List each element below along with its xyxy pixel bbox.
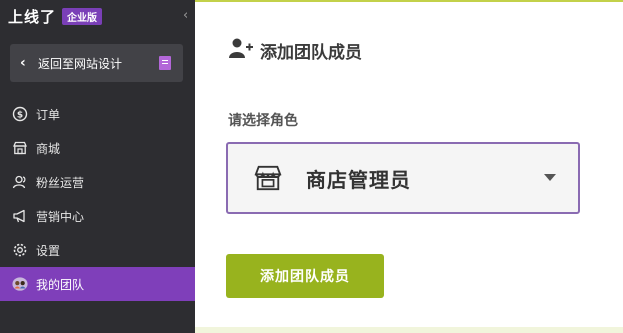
divider bbox=[195, 327, 623, 333]
sidebar-item-label: 订单 bbox=[36, 107, 61, 122]
sidebar-item-orders[interactable]: $ 订单 bbox=[0, 97, 195, 131]
document-icon bbox=[159, 56, 171, 70]
users-icon bbox=[12, 174, 28, 190]
team-avatar-icon bbox=[12, 276, 28, 292]
sidebar-item-label: 商城 bbox=[36, 141, 61, 156]
sidebar-item-label: 粉丝运营 bbox=[36, 175, 85, 190]
chevron-left-icon[interactable]: ‹ bbox=[183, 9, 188, 22]
role-select-value: 商店管理员 bbox=[306, 167, 411, 192]
store-icon bbox=[254, 164, 282, 192]
role-select[interactable]: 商店管理员 bbox=[226, 142, 580, 214]
sidebar-item-store[interactable]: 商城 bbox=[0, 131, 195, 165]
svg-text:$: $ bbox=[17, 111, 23, 121]
sidebar-item-label: 我的团队 bbox=[36, 277, 85, 292]
sidebar-item-settings[interactable]: 设置 bbox=[0, 233, 195, 267]
brand-badge: 企业版 bbox=[62, 7, 103, 25]
dollar-circle-icon: $ bbox=[12, 106, 28, 122]
back-label: 返回至网站设计 bbox=[38, 56, 123, 71]
page-header: 添加团队成员 bbox=[228, 37, 362, 63]
role-field-label: 请选择角色 bbox=[228, 113, 298, 129]
main-panel: 添加团队成员 请选择角色 商店管理员 添加团队成员 bbox=[195, 0, 623, 333]
page-title: 添加团队成员 bbox=[260, 42, 362, 63]
sidebar-nav: $ 订单 商城 粉丝运营 营销中心 设置 我的团队 bbox=[0, 97, 195, 301]
add-user-icon bbox=[228, 37, 254, 63]
sidebar-item-fans[interactable]: 粉丝运营 bbox=[0, 165, 195, 199]
brand-name: 上线了 bbox=[8, 7, 57, 26]
chevron-left-icon: ‹ bbox=[20, 55, 26, 71]
back-to-site-design-button[interactable]: ‹ 返回至网站设计 bbox=[10, 44, 183, 82]
store-icon bbox=[12, 140, 28, 156]
app-window: 上线了 企业版 ‹ ‹ 返回至网站设计 $ 订单 商城 粉丝运营 营销中心 设置… bbox=[0, 0, 623, 333]
gear-icon bbox=[12, 242, 28, 258]
chevron-down-icon bbox=[544, 174, 556, 181]
sidebar-item-label: 设置 bbox=[36, 243, 61, 258]
sidebar: 上线了 企业版 ‹ ‹ 返回至网站设计 $ 订单 商城 粉丝运营 营销中心 设置… bbox=[0, 0, 195, 333]
sidebar-item-marketing[interactable]: 营销中心 bbox=[0, 199, 195, 233]
add-team-member-button[interactable]: 添加团队成员 bbox=[226, 254, 384, 298]
brand: 上线了 企业版 bbox=[8, 6, 103, 26]
megaphone-icon bbox=[12, 208, 28, 224]
sidebar-item-label: 营销中心 bbox=[36, 209, 85, 224]
sidebar-item-my-team[interactable]: 我的团队 bbox=[0, 267, 195, 301]
